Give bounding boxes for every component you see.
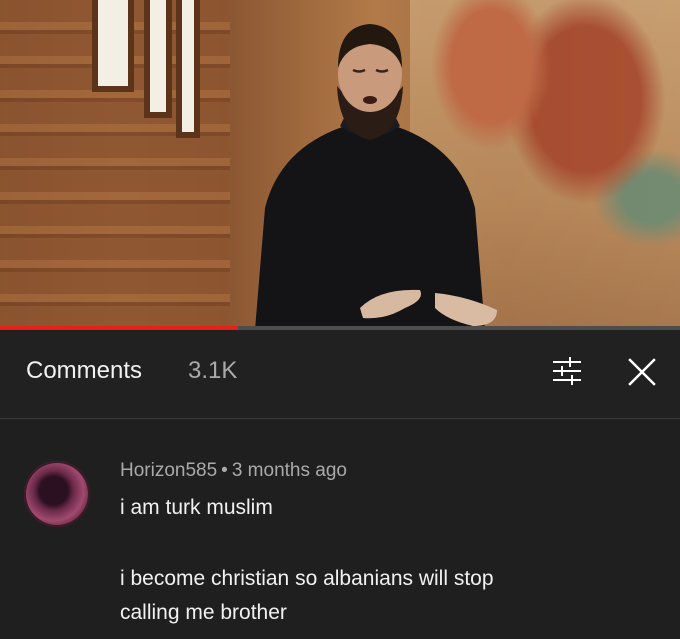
video-player[interactable]	[0, 0, 680, 330]
comment-text-line3: calling me brother	[120, 601, 287, 624]
church-window	[176, 0, 200, 138]
meta-separator: •	[221, 460, 228, 481]
church-window	[92, 0, 134, 92]
avatar[interactable]	[24, 461, 90, 527]
church-window	[144, 0, 172, 118]
comments-count: 3.1K	[188, 357, 238, 384]
sort-filter-icon[interactable]	[548, 352, 586, 390]
priest-figure	[255, 24, 497, 330]
comment-age: 3 months ago	[231, 460, 347, 481]
comment-author[interactable]: Horizon585	[120, 460, 217, 481]
comment-item: Horizon585 • 3 months ago i am turk muslim…	[0, 419, 680, 639]
comment-text-line2: i become christian so albanians will sto…	[120, 567, 494, 590]
comments-title: Comments	[26, 357, 143, 384]
close-icon[interactable]	[622, 352, 662, 392]
comment-text-line1: i am turk muslim	[120, 496, 273, 519]
comment-meta: Horizon585 • 3 months ago	[120, 460, 347, 482]
comments-header: Comments 3.1K	[0, 330, 680, 418]
